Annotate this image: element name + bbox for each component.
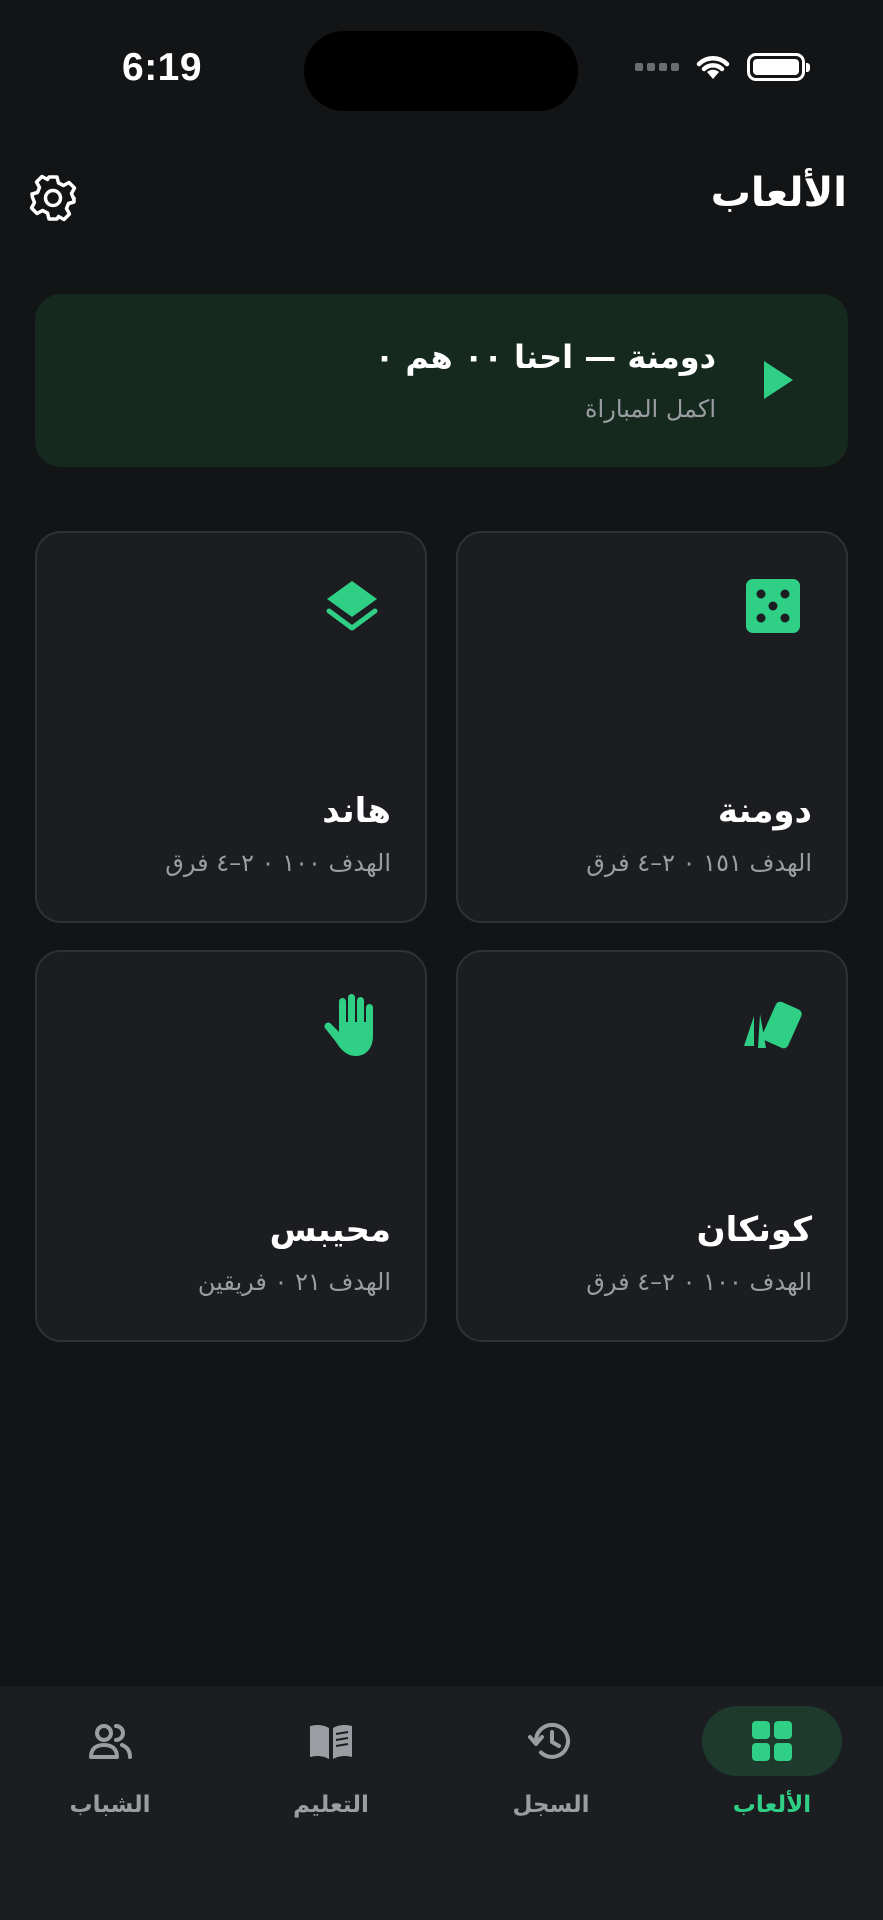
game-name: محيبس <box>269 1210 391 1250</box>
game-meta: الهدف ١٠٠ ٠ ٢–٤ فرق <box>165 849 391 877</box>
resume-match-title: دومنة — احنا ٠٠ هم ٠ <box>374 338 716 376</box>
grid-icon <box>752 1721 792 1761</box>
dynamic-island <box>304 31 578 111</box>
game-card-domino[interactable]: دومنة الهدف ١٥١ ٠ ٢–٤ فرق <box>456 531 848 923</box>
wifi-icon <box>696 56 730 79</box>
nav-item-history[interactable]: السجل <box>441 1706 661 1826</box>
nav-label: التعليم <box>293 1792 369 1818</box>
cards-icon <box>744 1001 802 1049</box>
game-name: كونكان <box>696 1210 812 1250</box>
game-meta: الهدف ٢١ ٠ فريقين <box>197 1268 391 1296</box>
status-time: 6:19 <box>122 46 203 89</box>
game-card-konkan[interactable]: كونكان الهدف ١٠٠ ٠ ٢–٤ فرق <box>456 950 848 1342</box>
history-icon <box>528 1722 570 1759</box>
nav-label: السجل <box>512 1792 590 1818</box>
games-screen: 6:19 الألعاب دومنة — احنا ٠٠ هم ٠ اكمل ا… <box>0 0 883 1920</box>
nav-label: الشباب <box>69 1792 151 1818</box>
resume-match-subtitle: اكمل المباراة <box>584 395 716 423</box>
people-icon <box>89 1724 132 1759</box>
nav-item-games[interactable]: الألعاب <box>662 1706 882 1826</box>
dice-icon <box>746 579 800 633</box>
resume-match-card[interactable]: دومنة — احنا ٠٠ هم ٠ اكمل المباراة <box>35 294 848 467</box>
book-icon <box>310 1724 352 1759</box>
layers-icon <box>326 581 378 631</box>
game-card-hand[interactable]: هاند الهدف ١٠٠ ٠ ٢–٤ فرق <box>35 531 427 923</box>
gear-icon <box>29 174 77 222</box>
page-title: الألعاب <box>710 170 847 216</box>
nav-label: الألعاب <box>732 1792 812 1818</box>
nav-item-people[interactable]: الشباب <box>0 1706 220 1826</box>
hand-icon <box>324 994 373 1056</box>
game-name: هاند <box>322 791 391 831</box>
bottom-nav: الألعاب السجل التعليم الشباب <box>0 1686 883 1920</box>
game-meta: الهدف ١٠٠ ٠ ٢–٤ فرق <box>586 1268 812 1296</box>
play-icon <box>764 361 793 399</box>
game-card-mheibes[interactable]: محيبس الهدف ٢١ ٠ فريقين <box>35 950 427 1342</box>
game-name: دومنة <box>717 791 812 831</box>
nav-item-learn[interactable]: التعليم <box>221 1706 441 1826</box>
battery-icon <box>747 53 810 81</box>
settings-button[interactable] <box>28 173 78 223</box>
status-indicators <box>635 52 810 82</box>
game-meta: الهدف ١٥١ ٠ ٢–٤ فرق <box>586 849 812 877</box>
cellular-signal-icon <box>635 63 679 71</box>
